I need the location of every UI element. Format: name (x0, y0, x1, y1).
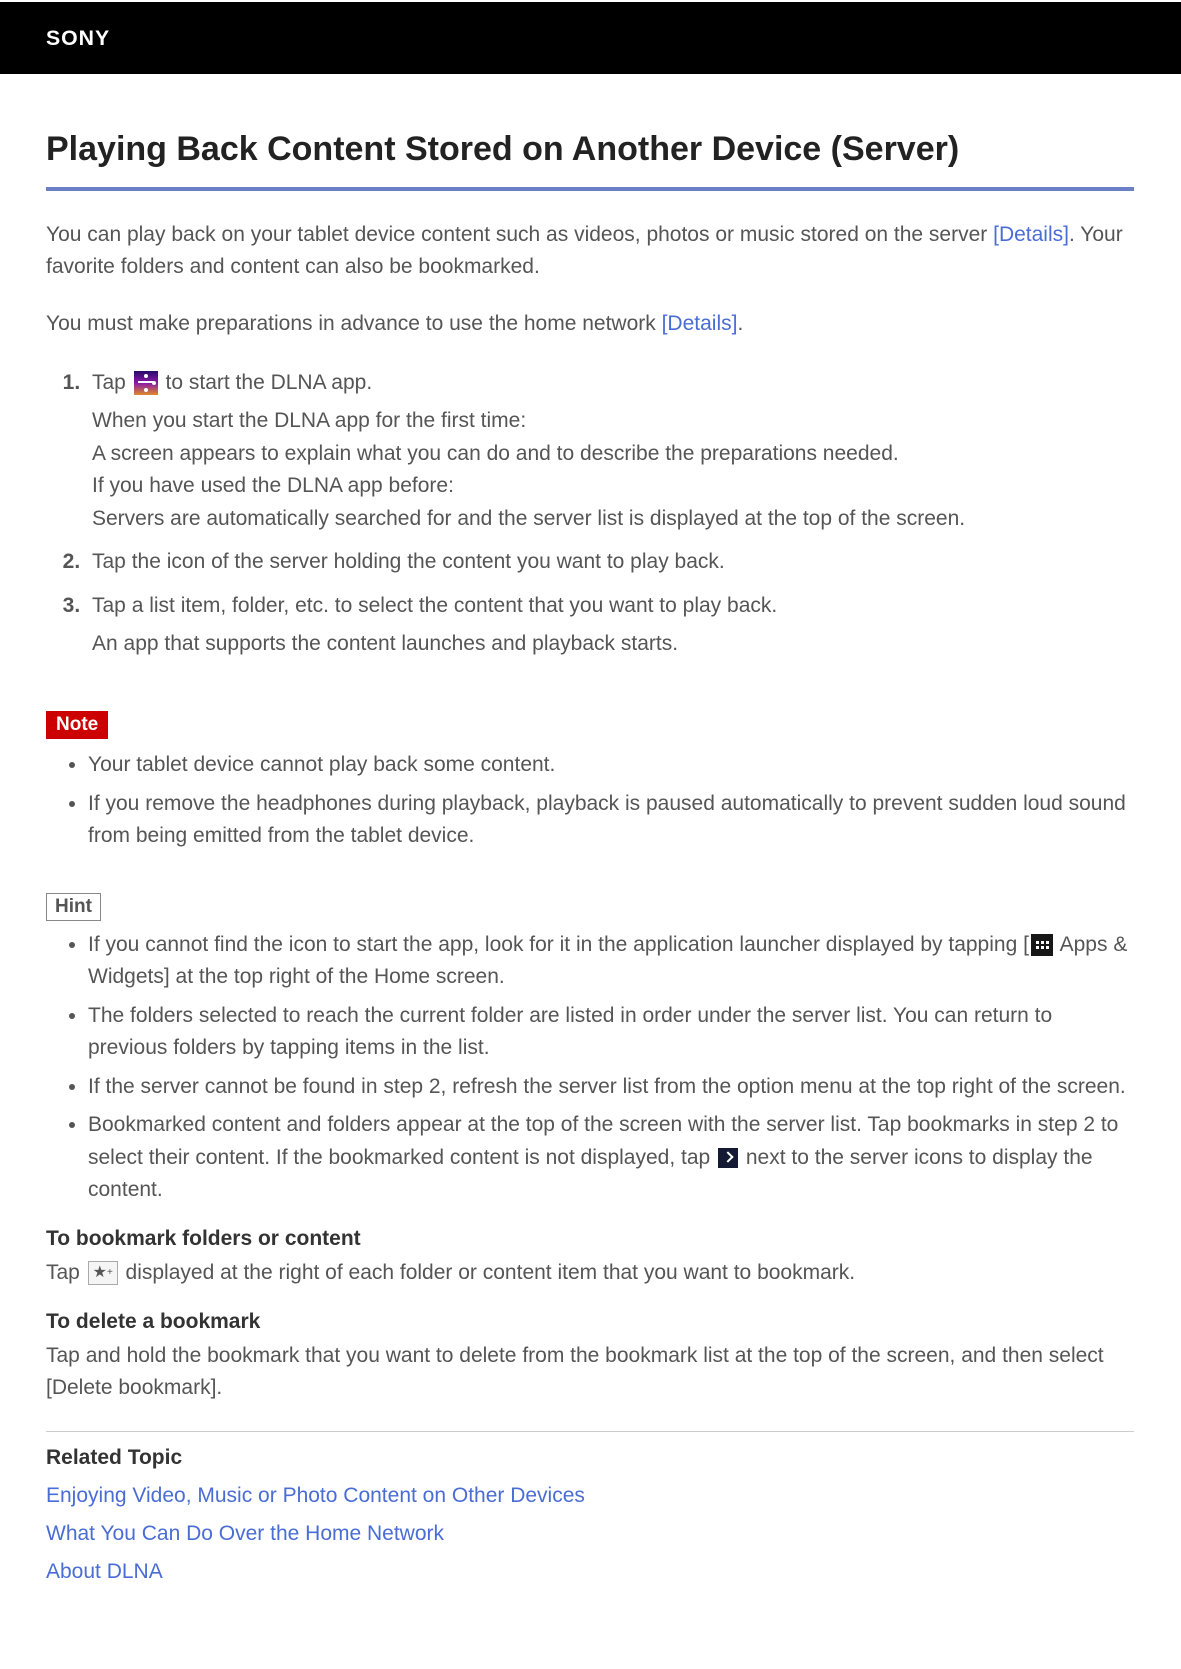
text: When you start the DLNA app for the firs… (92, 409, 526, 432)
hint-item: If you cannot find the icon to start the… (88, 929, 1134, 994)
hint-item: Bookmarked content and folders appear at… (88, 1109, 1134, 1207)
step-3: Tap a list item, folder, etc. to select … (86, 589, 1134, 661)
text: Servers are automatically searched for a… (92, 507, 965, 530)
steps-list: Tap to start the DLNA app. When you star… (46, 366, 1134, 662)
text: . (737, 312, 743, 335)
text: A screen appears to explain what you can… (92, 442, 899, 465)
text: Tap the icon of the server holding the c… (92, 550, 725, 573)
step-1-sub: When you start the DLNA app for the firs… (92, 405, 1134, 535)
related-link-3[interactable]: About DLNA (46, 1560, 1134, 1584)
text: If you cannot find the icon to start the… (88, 933, 1029, 956)
main-content: Playing Back Content Stored on Another D… (0, 74, 1180, 1638)
intro-paragraph-1: You can play back on your tablet device … (46, 219, 1134, 282)
text: displayed at the right of each folder or… (120, 1261, 855, 1284)
related-link-1[interactable]: Enjoying Video, Music or Photo Content o… (46, 1484, 1134, 1508)
step-1: Tap to start the DLNA app. When you star… (86, 366, 1134, 536)
top-bar: SONY (0, 0, 1181, 74)
related-topic-heading: Related Topic (46, 1446, 1134, 1470)
delete-bookmark-heading: To delete a bookmark (46, 1310, 1134, 1334)
bookmark-body: Tap ★+ displayed at the right of each fo… (46, 1257, 1134, 1290)
svg-text:SONY: SONY (46, 26, 110, 50)
hint-badge: Hint (46, 893, 101, 921)
hint-list: If you cannot find the icon to start the… (46, 929, 1134, 1207)
chevron-right-icon (718, 1148, 738, 1168)
intro-paragraph-2: You must make preparations in advance to… (46, 308, 1134, 340)
note-item: If you remove the headphones during play… (88, 788, 1134, 853)
text: If you have used the DLNA app before: (92, 474, 454, 497)
step-2: Tap the icon of the server holding the c… (86, 545, 1134, 579)
text: You must make preparations in advance to… (46, 312, 662, 335)
related-links: Enjoying Video, Music or Photo Content o… (46, 1484, 1134, 1584)
hint-item: If the server cannot be found in step 2,… (88, 1071, 1134, 1104)
text: You can play back on your tablet device … (46, 223, 993, 246)
note-item: Your tablet device cannot play back some… (88, 749, 1134, 782)
apps-widgets-icon (1031, 934, 1053, 956)
section-divider (46, 1431, 1134, 1432)
note-list: Your tablet device cannot play back some… (46, 749, 1134, 853)
note-badge: Note (46, 711, 108, 739)
step-3-sub: An app that supports the content launche… (92, 628, 1134, 661)
title-divider (46, 187, 1134, 191)
hint-item: The folders selected to reach the curren… (88, 1000, 1134, 1065)
related-link-2[interactable]: What You Can Do Over the Home Network (46, 1522, 1134, 1546)
details-link-2[interactable]: [Details] (662, 312, 738, 335)
star-add-icon: ★+ (88, 1261, 118, 1285)
details-link-1[interactable]: [Details] (993, 223, 1069, 246)
dlna-app-icon (134, 371, 158, 395)
text: Tap (92, 371, 132, 394)
text: Tap (46, 1261, 86, 1284)
page-title: Playing Back Content Stored on Another D… (46, 130, 1134, 169)
text: Tap a list item, folder, etc. to select … (92, 594, 777, 617)
delete-bookmark-body: Tap and hold the bookmark that you want … (46, 1340, 1134, 1405)
text: to start the DLNA app. (160, 371, 372, 394)
sony-logo: SONY (46, 24, 191, 52)
bookmark-heading: To bookmark folders or content (46, 1227, 1134, 1251)
